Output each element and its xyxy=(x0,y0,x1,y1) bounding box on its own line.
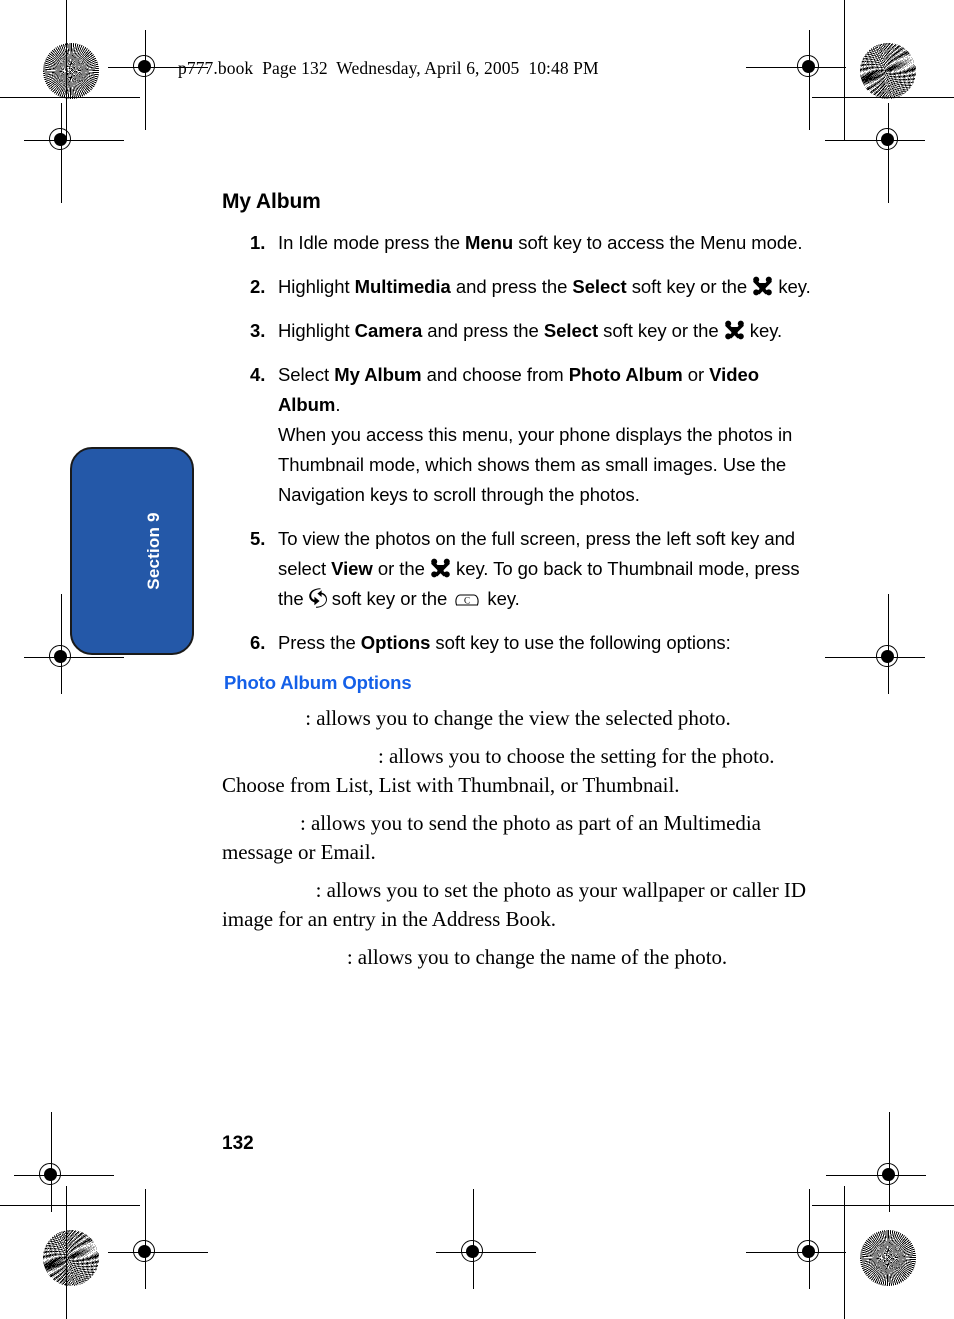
option-name-indent xyxy=(222,744,378,768)
step-text-run: In Idle mode press the xyxy=(278,232,466,253)
step-text-run: . xyxy=(335,393,341,415)
section-tab-label: Section 9 xyxy=(144,512,163,590)
starburst-registration-mark-top-left xyxy=(43,43,99,99)
step-text-run: key. xyxy=(744,319,783,341)
registration-target-mid-right-upper xyxy=(825,103,925,203)
emphasis-term: Multimedia xyxy=(354,275,451,297)
step-text-run: soft key or the xyxy=(626,275,753,297)
step-text-run: soft key or the xyxy=(326,587,453,609)
registration-target-mid-right-lower xyxy=(825,594,925,694)
running-header: p777.book Page 132 Wednesday, April 6, 2… xyxy=(178,58,599,78)
registration-target-bottom-center-right xyxy=(746,1189,846,1289)
registration-target-top-left xyxy=(108,30,208,130)
step-number: 4. xyxy=(250,363,266,385)
option-description: : allows you to set the photo as your wa… xyxy=(222,876,822,933)
moire-registration-mark-top-right xyxy=(860,43,916,99)
option-description-text: : allows you to change the view the sele… xyxy=(305,705,731,730)
step-text-run: Press the xyxy=(278,631,361,653)
emphasis-term: Select xyxy=(543,319,599,341)
step-extra-paragraph: When you access this menu, your phone di… xyxy=(278,423,793,505)
step-text-run: or xyxy=(682,363,710,385)
crop-rule-top-right xyxy=(812,97,954,99)
registration-target-bottom-center-left xyxy=(108,1189,208,1289)
step-text-run: Highlight xyxy=(278,275,355,297)
option-description-text: : allows you to change the name of the p… xyxy=(346,945,728,970)
moire-registration-mark-bottom-left xyxy=(43,1230,99,1286)
step-number: 6. xyxy=(250,631,266,653)
emphasis-term: Options xyxy=(360,631,431,653)
section-tab: Section 9 xyxy=(70,447,194,655)
starburst-registration-mark-bottom-right xyxy=(860,1230,916,1286)
option-name-indent xyxy=(222,706,305,730)
emphasis-term: Photo Album xyxy=(568,363,683,385)
step-item: 6. Press the Options soft key to use the … xyxy=(222,628,822,658)
option-description: : allows you to change the name of the p… xyxy=(222,943,822,972)
nav-ok-key-icon xyxy=(724,320,745,340)
step-text-run: soft key to access the Menu mode. xyxy=(513,232,803,253)
option-description: : allows you to send the photo as part o… xyxy=(222,809,822,866)
registration-target-mid-left-upper xyxy=(24,103,124,203)
option-name-indent xyxy=(222,945,347,969)
step-text: Highlight Camera and press the Select so… xyxy=(278,320,782,341)
crop-rule-left-vertical xyxy=(66,0,68,140)
step-text: To view the photos on the full screen, p… xyxy=(278,528,800,609)
clear-c-key-icon: C xyxy=(452,592,482,608)
option-description: : allows you to choose the setting for t… xyxy=(222,742,822,799)
nav-ok-key-icon xyxy=(430,558,451,578)
registration-target-top-right xyxy=(746,30,846,130)
option-description: : allows you to change the view the sele… xyxy=(222,704,822,733)
step-text-run: soft key to use the following options: xyxy=(430,631,731,653)
step-text-run: Highlight xyxy=(278,319,355,341)
crop-rule-left-vertical-bottom xyxy=(66,1186,68,1319)
crop-rule-bottom-left xyxy=(0,1205,140,1207)
emphasis-term: My Album xyxy=(334,363,422,385)
photo-album-options-heading: Photo Album Options xyxy=(224,671,412,693)
step-text-run: and choose from xyxy=(421,363,569,385)
step-text-run: key. xyxy=(482,587,520,609)
emphasis-term: Select xyxy=(572,275,627,297)
crop-rule-right-vertical xyxy=(844,0,846,140)
step-text-run: and press the xyxy=(450,275,573,297)
step-text: Press the Options soft key to use the fo… xyxy=(278,632,731,653)
page-number: 132 xyxy=(222,1133,254,1154)
step-number: 5. xyxy=(250,527,266,549)
crop-rule-bottom-right xyxy=(812,1205,954,1207)
emphasis-term: View xyxy=(331,557,373,579)
page-title: My Album xyxy=(222,190,321,213)
crop-rule-top xyxy=(0,97,140,99)
step-text-run: Select xyxy=(278,363,335,385)
emphasis-term: Camera xyxy=(354,319,423,341)
svg-text:C: C xyxy=(464,595,470,605)
step-item: 3. Highlight Camera and press the Select … xyxy=(222,316,822,346)
nav-ok-key-icon xyxy=(752,276,773,296)
numbered-steps-list: 1. In Idle mode press the Menu soft key t… xyxy=(222,228,822,658)
back-arrow-key-icon xyxy=(308,587,327,608)
option-name-indent xyxy=(222,811,300,835)
step-number: 3. xyxy=(250,319,266,341)
step-text-run: and press the xyxy=(422,319,544,341)
page-content: My Album 1. In Idle mode press the Menu s… xyxy=(222,190,822,982)
crop-rule-right-vertical-bottom xyxy=(844,1186,846,1319)
step-text: Highlight Multimedia and press the Selec… xyxy=(278,276,811,297)
step-text: Select My Album and choose from Photo Al… xyxy=(278,364,759,415)
step-item: 5. To view the photos on the full screen,… xyxy=(222,524,822,614)
option-descriptions: : allows you to change the view the sele… xyxy=(222,704,822,972)
registration-target-bottom-right xyxy=(826,1112,926,1212)
step-item: 2. Highlight Multimedia and press the Sel… xyxy=(222,272,822,302)
step-text-run: or the xyxy=(372,557,430,579)
step-number: 2. xyxy=(250,275,266,297)
step-text-run: key. xyxy=(773,275,811,297)
emphasis-term: Menu xyxy=(465,232,514,253)
option-name-indent xyxy=(222,878,316,902)
step-item: 4. Select My Album and choose from Photo … xyxy=(222,360,822,510)
option-description-text: : allows you to send the photo as part o… xyxy=(222,811,761,864)
registration-target-bottom-center xyxy=(436,1189,536,1289)
step-number: 1. xyxy=(250,232,266,253)
step-item: 1. In Idle mode press the Menu soft key t… xyxy=(222,228,822,258)
step-text: In Idle mode press the Menu soft key to … xyxy=(278,232,803,253)
step-text-run: soft key or the xyxy=(598,319,724,341)
